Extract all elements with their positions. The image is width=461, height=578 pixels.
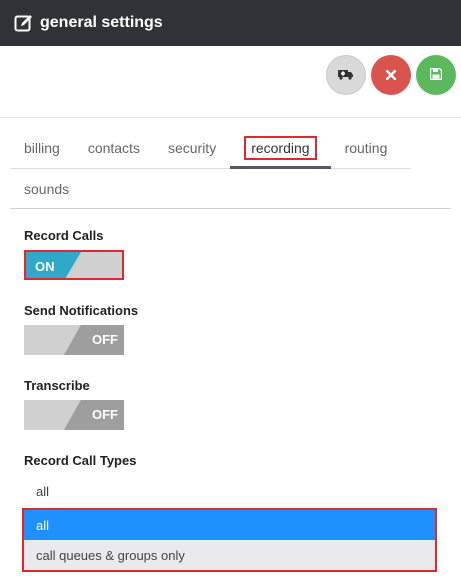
record-calls-toggle[interactable]: ON <box>24 250 124 280</box>
close-icon <box>385 68 397 83</box>
cancel-button[interactable] <box>371 55 411 95</box>
header-divider <box>0 117 461 118</box>
toggle-state-on: ON <box>35 259 55 274</box>
record-call-types-dropdown: all call queues & groups only <box>22 508 437 572</box>
ambulance-icon <box>338 68 354 83</box>
toggle-state-off: OFF <box>92 332 118 347</box>
record-calls-label: Record Calls <box>24 228 104 243</box>
transcribe-label: Transcribe <box>24 378 90 393</box>
settings-tabs: billing contacts security recording rout… <box>10 128 411 209</box>
action-toolbar <box>326 55 456 95</box>
page-title: general settings <box>40 14 163 31</box>
transcribe-toggle[interactable]: OFF <box>24 400 124 430</box>
record-call-types-select[interactable]: all <box>36 484 49 499</box>
save-button[interactable] <box>416 55 456 95</box>
tab-security[interactable]: security <box>154 128 230 168</box>
tab-contacts[interactable]: contacts <box>74 128 154 168</box>
record-call-types-label: Record Call Types <box>24 453 137 468</box>
ambulance-button[interactable] <box>326 55 366 95</box>
page-header: general settings <box>0 0 461 46</box>
tab-recording[interactable]: recording <box>230 128 331 169</box>
dropdown-option-call-queues[interactable]: call queues & groups only <box>24 540 435 570</box>
dropdown-option-all[interactable]: all <box>24 510 435 540</box>
toggle-state-off: OFF <box>92 407 118 422</box>
edit-icon <box>14 13 34 33</box>
tab-billing[interactable]: billing <box>10 128 74 168</box>
tab-routing[interactable]: routing <box>331 128 402 168</box>
tabs-divider <box>10 208 451 209</box>
send-notifications-label: Send Notifications <box>24 303 139 318</box>
save-icon <box>429 67 443 83</box>
send-notifications-toggle[interactable]: OFF <box>24 325 124 355</box>
tab-sounds[interactable]: sounds <box>10 169 83 209</box>
